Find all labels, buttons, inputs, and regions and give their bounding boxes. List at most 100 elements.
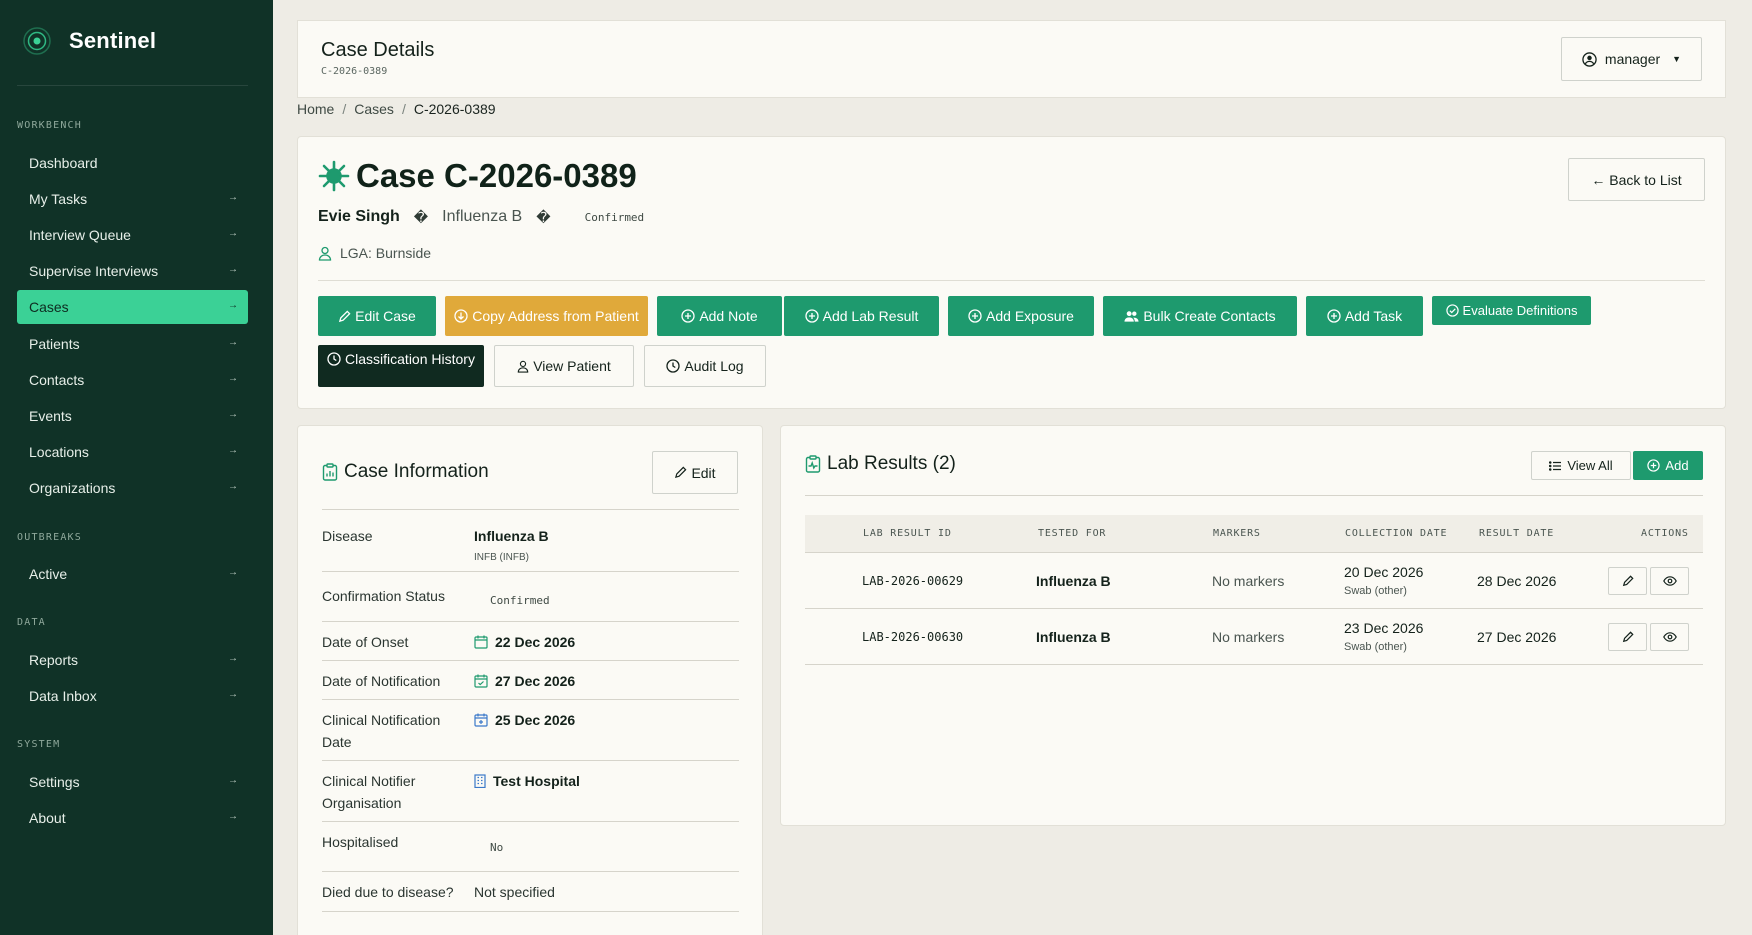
sidebar-item-settings[interactable]: Settings →: [17, 765, 248, 799]
info-label: Disease: [322, 528, 373, 544]
info-row-confirmation-status: Confirmation Status Confirmed: [322, 572, 739, 622]
nav-section-workbench: WORKBENCH: [17, 120, 82, 131]
sidebar: Sentinel WORKBENCH Dashboard My Tasks → I…: [0, 0, 273, 935]
sidebar-item-events[interactable]: Events →: [17, 399, 248, 433]
plus-circle-icon: [804, 309, 823, 323]
person-icon: [318, 246, 340, 261]
table-row[interactable]: LAB-2026-00629 Influenza B No markers 20…: [805, 553, 1703, 609]
sidebar-item-label: Contacts: [29, 372, 85, 388]
tested-for: Influenza B: [1036, 573, 1111, 589]
bulk-create-contacts-button[interactable]: Bulk Create Contacts: [1103, 296, 1297, 336]
radar-target-icon: [22, 26, 52, 56]
arrow-right-icon: →: [228, 481, 238, 492]
add-exposure-button[interactable]: Add Exposure: [948, 296, 1094, 336]
breadcrumb-separator: /: [342, 101, 347, 117]
copy-address-button[interactable]: Copy Address from Patient: [445, 296, 648, 336]
specimen-type: Swab (other): [1344, 585, 1407, 597]
case-meta: Evie Singh � Influenza B � Confirmed: [318, 208, 644, 226]
column-header[interactable]: MARKERS: [1213, 528, 1261, 539]
sidebar-item-dashboard[interactable]: Dashboard: [17, 146, 248, 180]
status-badge: Confirmed: [584, 210, 645, 224]
sidebar-item-label: Data Inbox: [29, 688, 97, 704]
lga-text: LGA: Burnside: [340, 245, 432, 261]
lab-result-id[interactable]: LAB-2026-00630: [862, 630, 963, 644]
caret-down-icon: ▼: [1672, 54, 1682, 64]
column-header[interactable]: LAB RESULT ID: [863, 528, 952, 539]
result-date: 28 Dec 2026: [1477, 573, 1557, 589]
sidebar-item-label: Dashboard: [29, 155, 98, 171]
arrow-right-icon: →: [228, 192, 238, 203]
audit-log-button[interactable]: Audit Log: [644, 345, 766, 387]
calendar-plus-icon: [474, 713, 495, 727]
sidebar-item-my-tasks[interactable]: My Tasks →: [17, 182, 248, 216]
nav-section-outbreaks: OUTBREAKS: [17, 532, 82, 543]
sidebar-item-label: Locations: [29, 444, 89, 460]
arrow-right-icon: →: [228, 228, 238, 239]
download-circle-icon: [454, 309, 472, 323]
sidebar-item-label: Interview Queue: [29, 227, 131, 243]
table-row[interactable]: LAB-2026-00630 Influenza B No markers 23…: [805, 609, 1703, 665]
collection-date: 23 Dec 2026: [1344, 620, 1424, 636]
column-header[interactable]: COLLECTION DATE: [1345, 528, 1447, 539]
eye-icon: [1662, 576, 1677, 586]
sidebar-item-organizations[interactable]: Organizations →: [17, 471, 248, 505]
divider: [318, 280, 1705, 281]
pencil-icon: [1622, 575, 1634, 587]
view-lab-result-button[interactable]: [1650, 567, 1689, 595]
sidebar-item-label: Reports: [29, 652, 79, 668]
sidebar-item-reports[interactable]: Reports →: [17, 643, 248, 677]
view-all-lab-results-button[interactable]: View All: [1531, 451, 1631, 480]
info-value: Influenza B: [474, 528, 549, 544]
patient-name[interactable]: Evie Singh: [318, 208, 400, 226]
breadcrumb-cases[interactable]: Cases: [354, 101, 394, 117]
view-lab-result-button[interactable]: [1650, 623, 1689, 651]
sidebar-item-about[interactable]: About →: [17, 801, 248, 835]
sidebar-item-contacts[interactable]: Contacts →: [17, 363, 248, 397]
case-information-card: Case Information Edit Disease Influenza …: [297, 425, 763, 935]
edit-lab-result-button[interactable]: [1608, 623, 1647, 651]
user-menu-button[interactable]: manager ▼: [1561, 37, 1702, 81]
info-label: Clinical Notification Date: [322, 712, 441, 750]
sidebar-item-cases[interactable]: Cases →: [17, 290, 248, 324]
edit-case-info-button[interactable]: Edit: [652, 451, 738, 494]
breadcrumb-home[interactable]: Home: [297, 101, 334, 117]
plus-circle-icon: [681, 309, 699, 323]
back-to-list-button[interactable]: ← Back to List: [1568, 158, 1705, 201]
calendar-check-icon: [474, 674, 495, 688]
info-value: 27 Dec 2026: [474, 670, 575, 692]
page-header: Case Details C-2026-0389 manager ▼: [297, 20, 1726, 98]
view-patient-button[interactable]: View Patient: [494, 345, 634, 387]
sidebar-item-data-inbox[interactable]: Data Inbox →: [17, 679, 248, 713]
edit-case-button[interactable]: Edit Case: [318, 296, 436, 336]
sidebar-item-label: Active: [29, 566, 68, 582]
sidebar-item-interview-queue[interactable]: Interview Queue →: [17, 218, 248, 252]
sidebar-item-patients[interactable]: Patients →: [17, 327, 248, 361]
column-header[interactable]: TESTED FOR: [1038, 528, 1106, 539]
edit-lab-result-button[interactable]: [1608, 567, 1647, 595]
sidebar-item-active[interactable]: Active →: [17, 557, 248, 591]
column-header[interactable]: RESULT DATE: [1479, 528, 1554, 539]
meta-separator: �: [413, 208, 429, 225]
nav-section-data: DATA: [17, 617, 46, 628]
classification-history-button[interactable]: Classification History: [318, 345, 484, 387]
sidebar-item-locations[interactable]: Locations →: [17, 435, 248, 469]
add-lab-result-button[interactable]: Add: [1633, 451, 1703, 480]
brand[interactable]: Sentinel: [22, 26, 156, 56]
info-row-clinical-notification-date: Clinical Notification Date 25 Dec 2026: [322, 700, 739, 761]
nav-section-system: SYSTEM: [17, 739, 61, 750]
info-label: Died due to disease?: [322, 884, 454, 900]
clock-icon: [327, 352, 345, 366]
evaluate-definitions-button[interactable]: Evaluate Definitions: [1432, 296, 1591, 325]
lab-result-id[interactable]: LAB-2026-00629: [862, 574, 963, 588]
info-value: 22 Dec 2026: [474, 631, 575, 653]
info-row-date-of-notification: Date of Notification 27 Dec 2026: [322, 661, 739, 700]
add-lab-result-button[interactable]: Add Lab Result: [784, 296, 939, 336]
info-label: Date of Onset: [322, 634, 409, 650]
add-note-button[interactable]: Add Note: [657, 296, 782, 336]
sidebar-item-label: Events: [29, 408, 72, 424]
person-icon: [517, 360, 533, 373]
breadcrumb: Home / Cases / C-2026-0389: [297, 101, 496, 117]
add-task-button[interactable]: Add Task: [1306, 296, 1423, 336]
plus-circle-icon: [1647, 459, 1665, 472]
sidebar-item-supervise-interviews[interactable]: Supervise Interviews →: [17, 254, 248, 288]
